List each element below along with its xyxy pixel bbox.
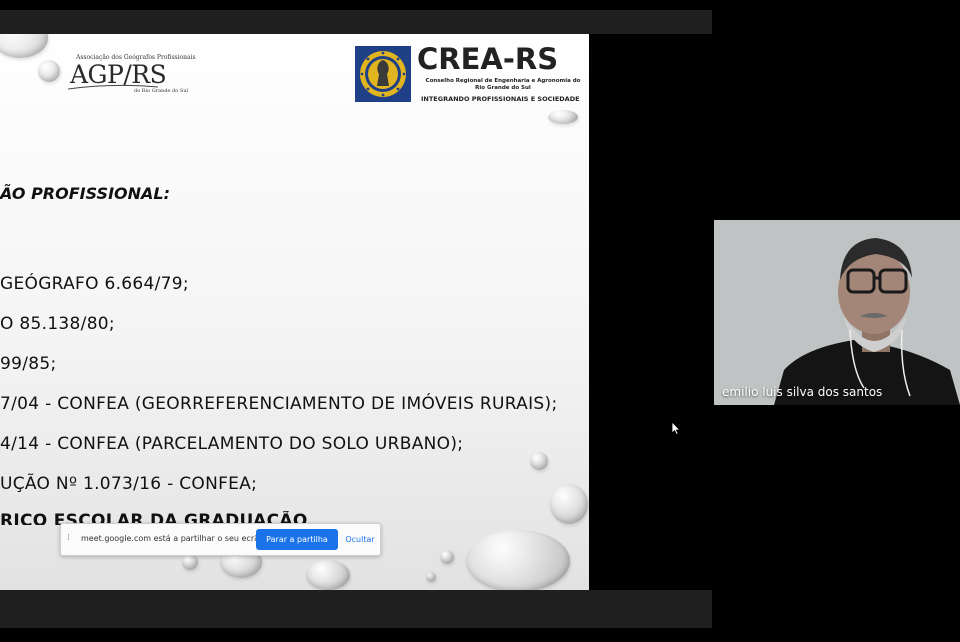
slide-text-line: UÇÃO Nº 1.073/16 - CONFEA;: [0, 474, 258, 494]
water-drop: [530, 452, 548, 470]
top-bar: [0, 10, 712, 34]
crea-rs-title: CREA-RS: [417, 42, 559, 76]
water-drop: [440, 550, 454, 564]
agp-region-text: do Rio Grande do Sul: [134, 88, 189, 94]
slide-heading: ÃO PROFISSIONAL:: [0, 184, 170, 203]
slide-text-line: O 85.138/80;: [0, 314, 115, 334]
share-notice-text: meet.google.com está a partilhar o seu e…: [81, 534, 262, 543]
participant-video-tile[interactable]: emilio luis silva dos santos: [714, 220, 960, 405]
participant-name: emilio luis silva dos santos: [722, 385, 883, 399]
water-drop: [548, 110, 578, 124]
presentation-slide: Associação dos Geógrafos Profissionais A…: [0, 34, 589, 590]
participant-video-image: [714, 220, 960, 405]
water-drop: [466, 530, 570, 590]
stop-sharing-button[interactable]: Parar a partilha: [256, 529, 338, 550]
screen-share-notification: ⁞ meet.google.com está a partilhar o seu…: [60, 523, 381, 556]
water-drop: [0, 34, 48, 58]
mouse-cursor-icon: [671, 421, 681, 435]
crea-emblem-icon: [355, 46, 411, 102]
slide-text-line: 4/14 - CONFEA (PARCELAMENTO DO SOLO URBA…: [0, 434, 464, 454]
water-drop: [426, 572, 436, 582]
water-drop: [182, 554, 198, 570]
hide-button[interactable]: Ocultar: [343, 529, 377, 550]
agp-rs-logo: Associação dos Geógrafos Profissionais A…: [68, 54, 198, 98]
water-drop: [550, 484, 588, 524]
slide-text-line: 99/85;: [0, 354, 57, 374]
water-drop: [306, 560, 350, 590]
slide-text-line: GEÓGRAFO 6.664/79;: [0, 274, 189, 294]
water-drop: [38, 60, 60, 82]
crea-tagline: INTEGRANDO PROFISSIONAIS E SOCIEDADE: [421, 95, 580, 103]
crea-subtitle: Conselho Regional de Engenharia e Agrono…: [425, 78, 581, 91]
drag-handle-icon[interactable]: ⁞: [67, 533, 70, 543]
slide-text-line: 7/04 - CONFEA (GEORREFERENCIAMENTO DE IM…: [0, 394, 558, 414]
bottom-bar: [0, 590, 712, 628]
